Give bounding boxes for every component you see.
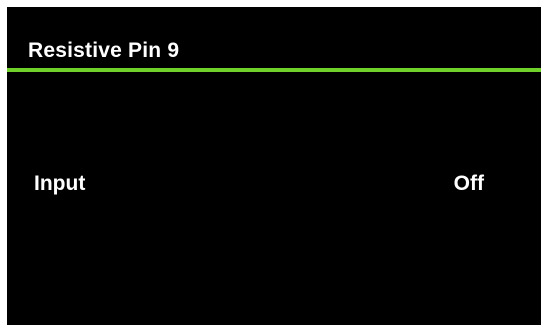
setting-value: Off	[453, 172, 484, 195]
setting-label: Input	[34, 172, 86, 195]
screen-title: Resistive Pin 9	[28, 39, 180, 62]
title-divider	[7, 68, 541, 72]
setting-row-input[interactable]: Input Off	[7, 160, 541, 208]
